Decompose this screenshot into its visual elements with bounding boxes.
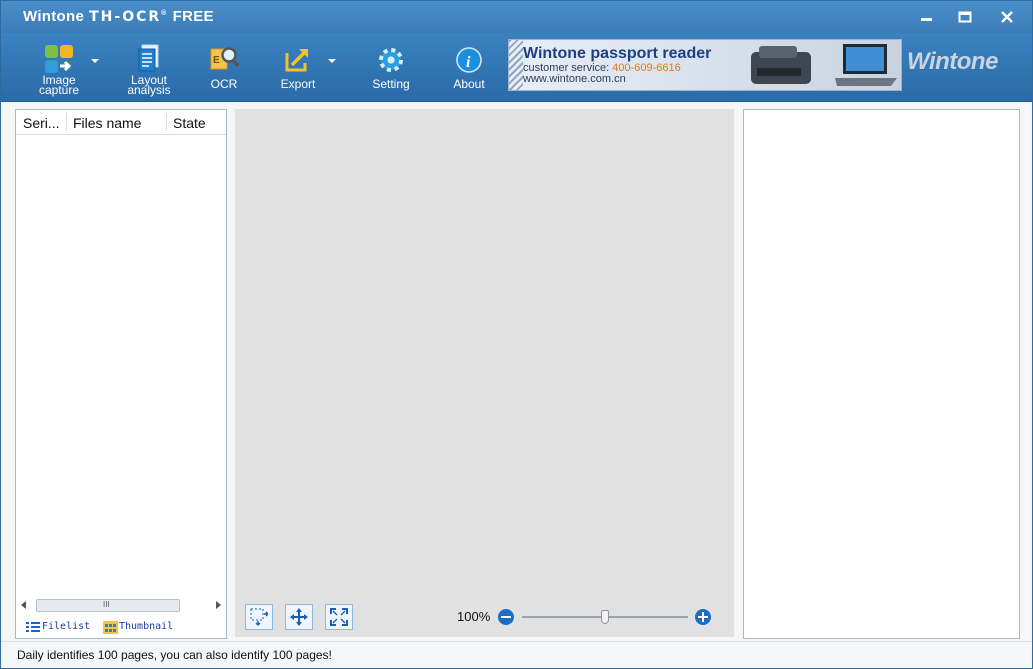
ocr-label: OCR xyxy=(199,79,249,90)
status-bar: Daily identifies 100 pages, you can also… xyxy=(1,641,1032,669)
file-list-panel: Seri... Files name State III Filelist xyxy=(15,109,227,639)
ocr-button[interactable]: E OCR xyxy=(199,37,249,97)
column-state[interactable]: State xyxy=(173,115,206,131)
tab-thumbnail-label: Thumbnail xyxy=(119,621,173,632)
scroll-grip: III xyxy=(103,600,110,609)
zoom-slider-thumb[interactable] xyxy=(601,610,609,624)
select-region-icon xyxy=(250,608,268,626)
export-icon xyxy=(282,43,314,75)
minimize-icon xyxy=(920,10,934,24)
product-name: TH-OCR xyxy=(89,9,161,25)
app-name: Wintone xyxy=(23,8,84,25)
banner-stripes xyxy=(509,40,523,90)
column-file-name[interactable]: Files name xyxy=(73,115,141,131)
ad-banner[interactable]: Wintone passport reader customer service… xyxy=(508,39,902,91)
gear-icon xyxy=(375,43,407,75)
thumbnail-icon xyxy=(103,621,118,634)
about-label: About xyxy=(443,79,495,90)
toolbar: Image capture Layout analysis E OCR xyxy=(1,33,1032,102)
window-title: Wintone TH-OCR® FREE xyxy=(23,8,214,25)
zoom-out-button[interactable] xyxy=(498,609,514,625)
file-list-header: Seri... Files name State xyxy=(16,110,226,135)
pan-button[interactable] xyxy=(285,604,313,630)
banner-website: www.wintone.com.cn xyxy=(523,73,626,85)
export-button[interactable]: Export xyxy=(271,37,325,97)
ocr-icon: E xyxy=(208,43,240,75)
layout-analysis-icon xyxy=(133,43,165,75)
column-divider[interactable] xyxy=(166,113,167,131)
tab-filelist-label: Filelist xyxy=(42,621,90,632)
setting-button[interactable]: Setting xyxy=(363,37,419,97)
layout-analysis-button[interactable]: Layout analysis xyxy=(121,37,177,97)
fit-to-window-button[interactable] xyxy=(325,604,353,630)
registered-mark: ® xyxy=(161,10,166,17)
image-capture-button[interactable]: Image capture xyxy=(31,37,87,97)
minimize-button[interactable] xyxy=(911,5,945,29)
info-icon: i xyxy=(453,43,485,75)
layout-analysis-label-2: analysis xyxy=(121,85,177,96)
scrollbar-thumb[interactable]: III xyxy=(36,599,180,612)
app-window: Wintone TH-OCR® FREE Image capture xyxy=(0,0,1033,669)
image-capture-label-2: capture xyxy=(31,85,87,96)
select-region-button[interactable] xyxy=(245,604,273,630)
close-button[interactable] xyxy=(991,5,1025,29)
plus-icon xyxy=(702,612,704,622)
list-icon xyxy=(26,621,40,634)
edition-label: FREE xyxy=(173,8,214,25)
maximize-icon xyxy=(958,10,972,24)
svg-text:E: E xyxy=(213,55,220,66)
wintone-logo: Wintone xyxy=(907,48,998,76)
about-button[interactable]: i About xyxy=(443,37,495,97)
zoom-level: 100% xyxy=(457,609,490,624)
setting-label: Setting xyxy=(363,79,419,90)
status-message: Daily identifies 100 pages, you can also… xyxy=(17,648,332,662)
move-icon xyxy=(290,608,308,626)
result-panel[interactable] xyxy=(743,109,1020,639)
scroll-left-icon[interactable] xyxy=(20,601,28,609)
scanner-laptop-image xyxy=(747,42,897,88)
minus-icon xyxy=(501,616,511,618)
horizontal-scrollbar[interactable]: III xyxy=(18,597,224,613)
column-divider[interactable] xyxy=(66,113,67,131)
column-serial[interactable]: Seri... xyxy=(23,115,60,131)
image-capture-dropdown-icon[interactable] xyxy=(91,59,99,63)
banner-title: Wintone passport reader xyxy=(523,45,711,63)
zoom-in-button[interactable] xyxy=(695,609,711,625)
maximize-button[interactable] xyxy=(949,5,983,29)
expand-icon xyxy=(330,608,348,626)
title-bar[interactable]: Wintone TH-OCR® FREE xyxy=(1,1,1032,33)
image-capture-icon xyxy=(43,43,75,75)
export-dropdown-icon[interactable] xyxy=(328,59,336,63)
export-label: Export xyxy=(271,79,325,90)
svg-text:i: i xyxy=(466,54,471,71)
view-tabs: Filelist Thumbnail xyxy=(16,616,226,638)
image-viewer[interactable]: 100% xyxy=(235,109,734,637)
close-icon xyxy=(1000,10,1014,24)
scroll-right-icon[interactable] xyxy=(214,601,222,609)
